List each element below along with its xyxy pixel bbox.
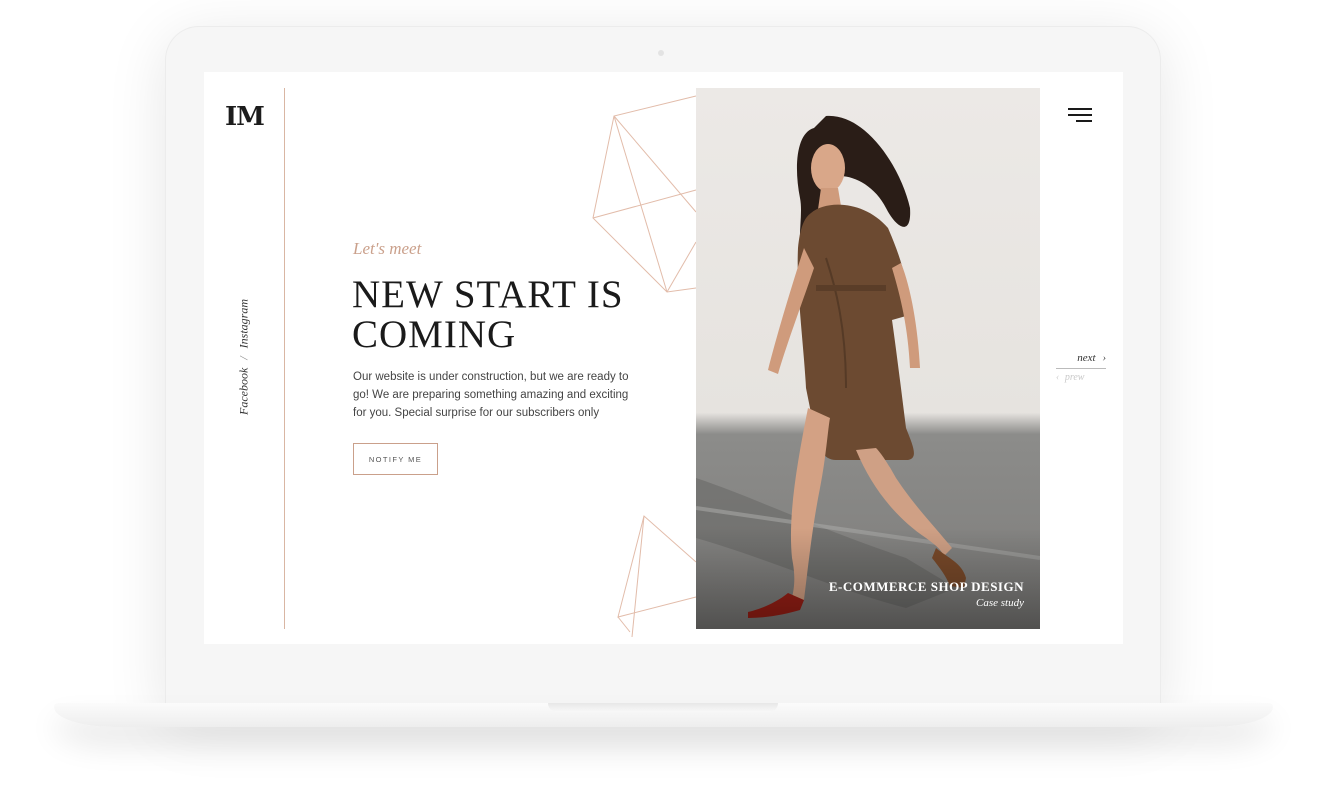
laptop-notch [548, 703, 778, 712]
case-study-subtitle: Case study [976, 597, 1024, 609]
notify-me-button[interactable]: NOTIFY ME [353, 443, 438, 475]
hero-description: Our website is under construction, but w… [353, 371, 629, 419]
social-separator: / [236, 356, 251, 360]
menu-bar-middle [1068, 114, 1092, 116]
social-links: Facebook / Instagram [237, 299, 252, 415]
prev-label: prew [1064, 372, 1085, 383]
brand-logo[interactable]: IM [225, 102, 265, 132]
page-headline: NEW START IS COMING [352, 273, 624, 356]
facebook-link[interactable]: Facebook [237, 368, 251, 415]
device-mockup: IM Facebook / Instagram Let's meet NEW STA… [0, 0, 1326, 791]
prev-link[interactable]: ‹ prew [1056, 372, 1084, 383]
pre-title: Let's meet [353, 239, 422, 258]
menu-bar-top [1068, 108, 1092, 110]
geometric-decoration [592, 95, 697, 637]
website-screen: IM Facebook / Instagram Let's meet NEW STA… [204, 72, 1123, 644]
chevron-right-icon: › [1102, 352, 1106, 364]
sidebar-divider [284, 88, 285, 629]
case-study-title[interactable]: E-COMMERCE SHOP DESIGN [829, 579, 1024, 595]
camera [658, 50, 664, 56]
photo-caption: E-COMMERCE SHOP DESIGN Case study [829, 579, 1024, 609]
next-label: next [1077, 352, 1096, 364]
model-illustration [696, 115, 1040, 629]
chevron-left-icon: ‹ [1056, 372, 1060, 383]
menu-bar-bottom [1076, 120, 1092, 122]
hero-photo[interactable]: E-COMMERCE SHOP DESIGN Case study [696, 88, 1040, 629]
next-link[interactable]: next › [1056, 352, 1106, 369]
instagram-link[interactable]: Instagram [237, 299, 251, 348]
hamburger-menu-icon[interactable] [1068, 108, 1092, 124]
